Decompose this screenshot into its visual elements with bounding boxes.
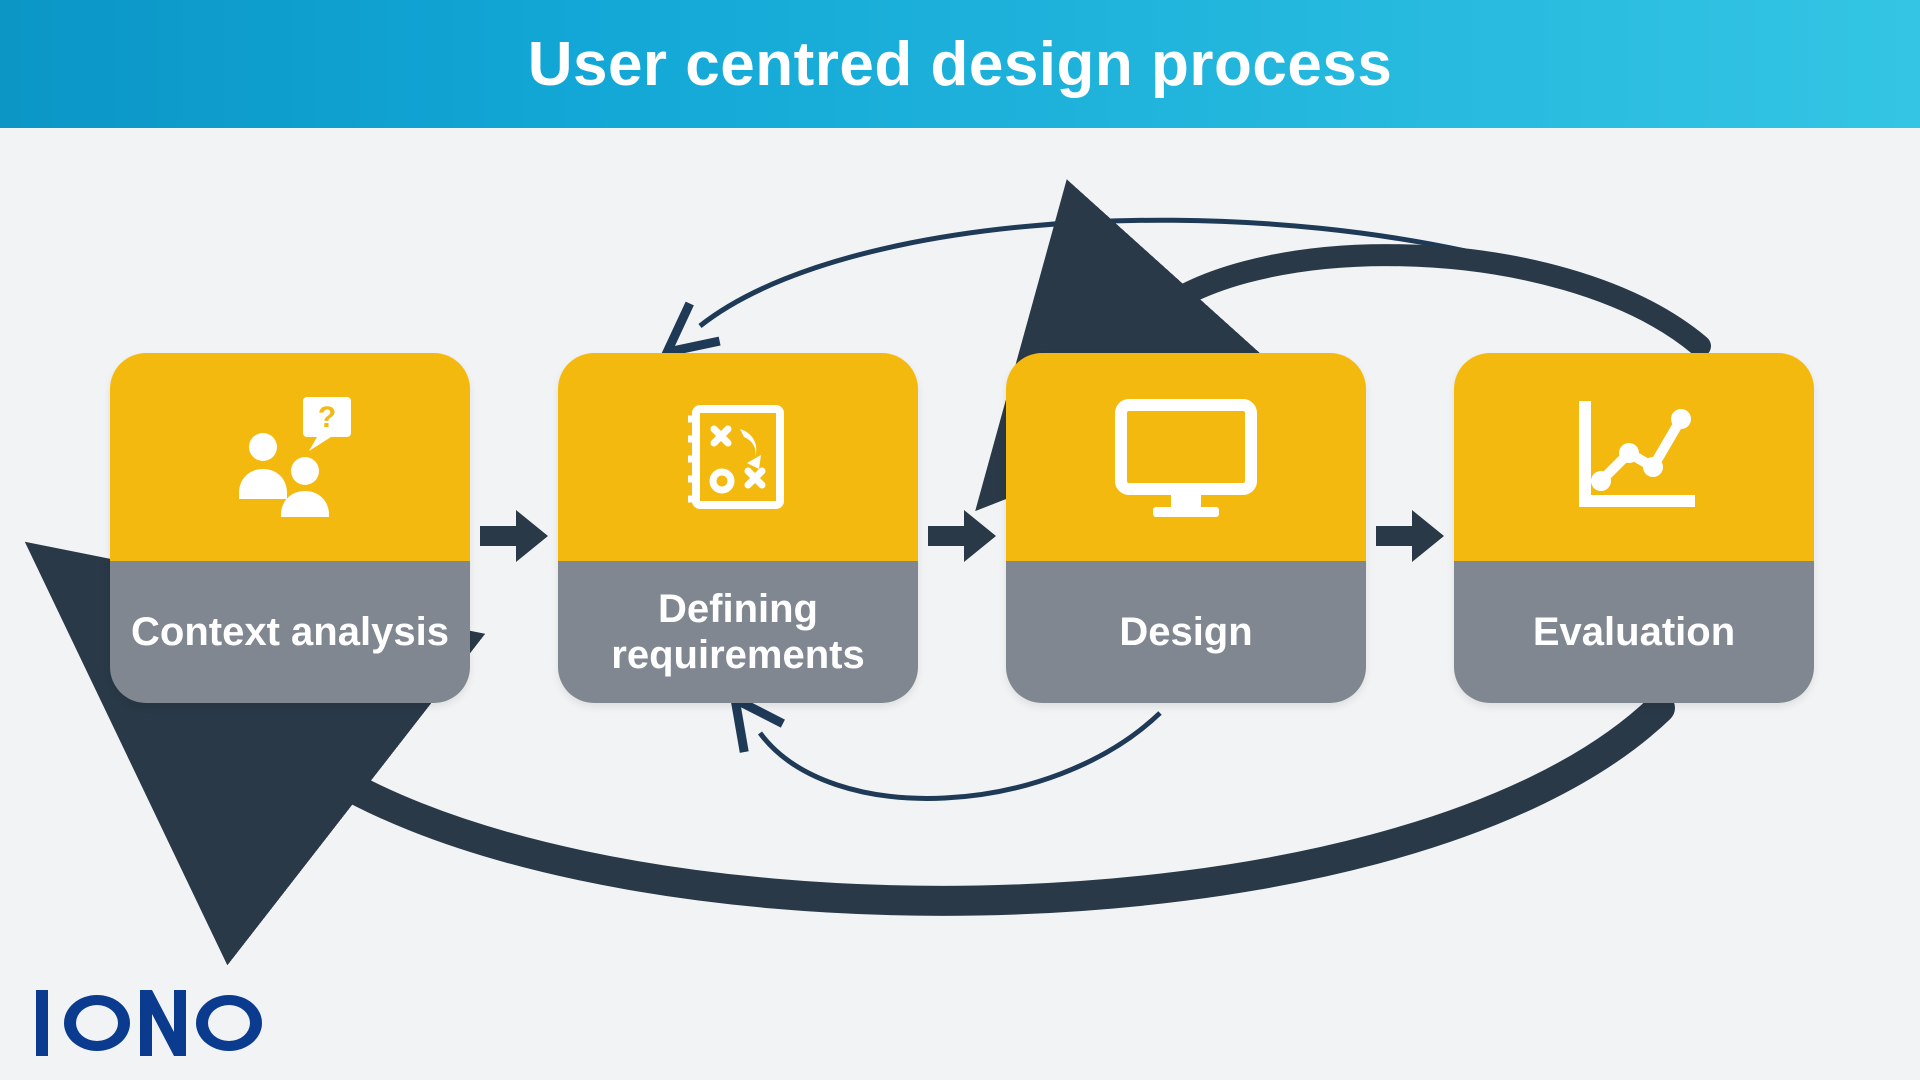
arrow-eval-to-context — [290, 708, 1660, 901]
step-icon-area — [558, 353, 918, 561]
people-question-icon: ? — [225, 397, 355, 517]
svg-text:?: ? — [318, 401, 336, 434]
forward-arrow-2 — [928, 510, 996, 562]
step-label-area: Evaluation — [1454, 561, 1814, 703]
step-label: Design — [1119, 609, 1252, 655]
forward-arrow-3 — [1376, 510, 1444, 562]
analytics-chart-icon — [1569, 397, 1699, 517]
diagram-stage: ? Context analysis — [0, 128, 1920, 1080]
forward-arrow-1 — [480, 510, 548, 562]
step-label: Evaluation — [1533, 609, 1735, 655]
step-defining-requirements: Defining requirements — [558, 353, 918, 703]
step-evaluation: Evaluation — [1454, 353, 1814, 703]
step-label-area: Design — [1006, 561, 1366, 703]
step-icon-area: ? — [110, 353, 470, 561]
arrow-eval-to-requirements — [700, 220, 1700, 338]
step-context-analysis: ? Context analysis — [110, 353, 470, 703]
arrow-design-to-requirements — [760, 713, 1160, 798]
step-label-area: Context analysis — [110, 561, 470, 703]
page-title: User centred design process — [528, 29, 1393, 100]
strategy-board-icon — [678, 397, 798, 517]
step-label-area: Defining requirements — [558, 561, 918, 703]
step-design: Design — [1006, 353, 1366, 703]
brand-logo: IONOS — [36, 984, 266, 1062]
monitor-icon — [1111, 397, 1261, 517]
step-label: Defining requirements — [576, 586, 900, 678]
step-icon-area — [1454, 353, 1814, 561]
page-header: User centred design process — [0, 0, 1920, 128]
step-label: Context analysis — [131, 609, 449, 655]
arrow-eval-to-design — [1140, 255, 1700, 346]
step-icon-area — [1006, 353, 1366, 561]
